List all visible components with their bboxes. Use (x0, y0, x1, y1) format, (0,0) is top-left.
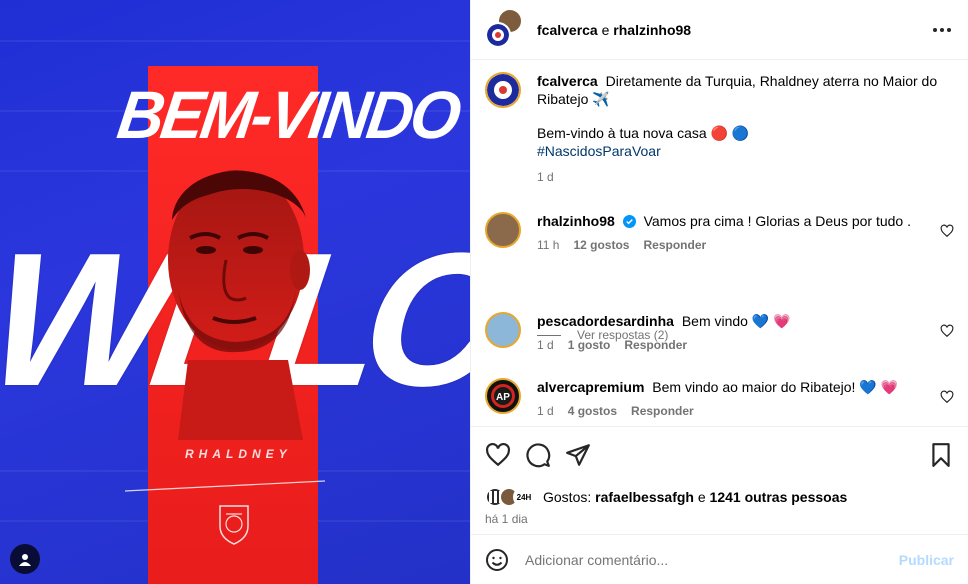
player-name-text: RHALDNEY (185, 447, 292, 461)
post-side-panel: fcalverca e rhalzinho98 fcalverca Direta… (470, 0, 968, 584)
comment-likes[interactable]: 12 gostos (573, 238, 629, 252)
avatar[interactable]: 24H (513, 487, 535, 507)
post-actions-bar (471, 426, 968, 482)
hashtag-link[interactable]: #NascidosParaVoar (537, 142, 954, 160)
collab-avatars[interactable] (485, 9, 525, 50)
comment-username[interactable]: pescadordesardinha (537, 313, 674, 329)
person-icon (19, 554, 31, 566)
caption: fcalverca Diretamente da Turquia, Rhaldn… (485, 72, 954, 184)
publish-button[interactable]: Publicar (899, 552, 954, 568)
likes-prefix: Gostos: (543, 489, 592, 505)
more-options-icon[interactable] (930, 20, 954, 40)
comment-icon[interactable] (525, 442, 551, 468)
comment-likes[interactable]: 1 gosto (568, 338, 611, 352)
heart-icon[interactable] (940, 324, 954, 338)
comment-time[interactable]: 1 d (537, 404, 554, 418)
bookmark-icon[interactable] (928, 442, 954, 468)
comment-item: rhalzinho98 Vamos pra cima ! Glorias a D… (485, 212, 954, 252)
comment-text: Vamos pra cima ! Glorias a Deus por tudo… (643, 213, 911, 229)
comment-item: AP alvercapremium Bem vindo ao maior do … (485, 378, 954, 418)
caption-line2: Bem-vindo à tua nova casa 🔴 🔵 (537, 125, 750, 141)
share-icon[interactable] (565, 442, 591, 468)
club-crest-icon (219, 505, 249, 545)
likes-others-link[interactable]: 1241 outras pessoas (710, 489, 848, 505)
comment-text: Bem vindo ao maior do Ribatejo! 💙 💗 (652, 379, 899, 395)
comment-username[interactable]: alvercapremium (537, 379, 644, 395)
comment-input[interactable] (525, 551, 954, 568)
svg-text:AP: AP (496, 392, 510, 403)
decorative-line (125, 480, 325, 492)
comment-time[interactable]: 11 h (537, 238, 559, 252)
author-link[interactable]: rhalzinho98 (613, 22, 691, 38)
heart-icon[interactable] (940, 224, 954, 238)
comment-likes[interactable]: 4 gostos (568, 404, 617, 418)
comment-item: pescadordesardinha Bem vindo 💙 💗 1 d 1 g… (485, 312, 954, 352)
tagged-people-button[interactable] (10, 544, 40, 574)
reply-button[interactable]: Responder (624, 338, 687, 352)
post-header: fcalverca e rhalzinho98 (471, 0, 968, 60)
avatar[interactable]: AP (485, 378, 521, 414)
liker-username[interactable]: rafaelbessafgh (595, 489, 694, 505)
player-portrait (168, 170, 310, 440)
comment-time[interactable]: 1 d (537, 338, 554, 352)
comment-username[interactable]: rhalzinho98 (537, 213, 615, 229)
add-comment-bar: Publicar (471, 534, 968, 584)
caption-time[interactable]: 1 d (537, 170, 554, 184)
likes-summary: 24H Gostos: rafaelbessafgh e 1241 outras… (471, 482, 968, 512)
story-badge: 24H (516, 492, 532, 502)
author-link[interactable]: fcalverca (537, 22, 598, 38)
avatar[interactable] (485, 212, 521, 248)
post-date[interactable]: há 1 dia (471, 512, 968, 534)
author-conjunction: e (601, 21, 610, 38)
post-image[interactable]: WELCOME BEM-VINDO (0, 0, 470, 584)
caption-username[interactable]: fcalverca (537, 73, 598, 89)
post-authors[interactable]: fcalverca e rhalzinho98 (537, 22, 691, 38)
reply-button[interactable]: Responder (631, 404, 694, 418)
avatar[interactable] (485, 21, 511, 48)
comment-text: Bem vindo 💙 💗 (681, 313, 791, 329)
verified-badge-icon (622, 215, 636, 228)
heart-icon[interactable] (940, 390, 954, 404)
avatar[interactable] (485, 312, 521, 348)
like-heart-icon[interactable] (485, 442, 511, 468)
emoji-icon[interactable] (485, 548, 509, 572)
reply-button[interactable]: Responder (643, 238, 706, 252)
comments-section: fcalverca Diretamente da Turquia, Rhaldn… (471, 60, 968, 426)
likes-conjunction: e (697, 489, 706, 505)
avatar[interactable] (485, 72, 521, 108)
